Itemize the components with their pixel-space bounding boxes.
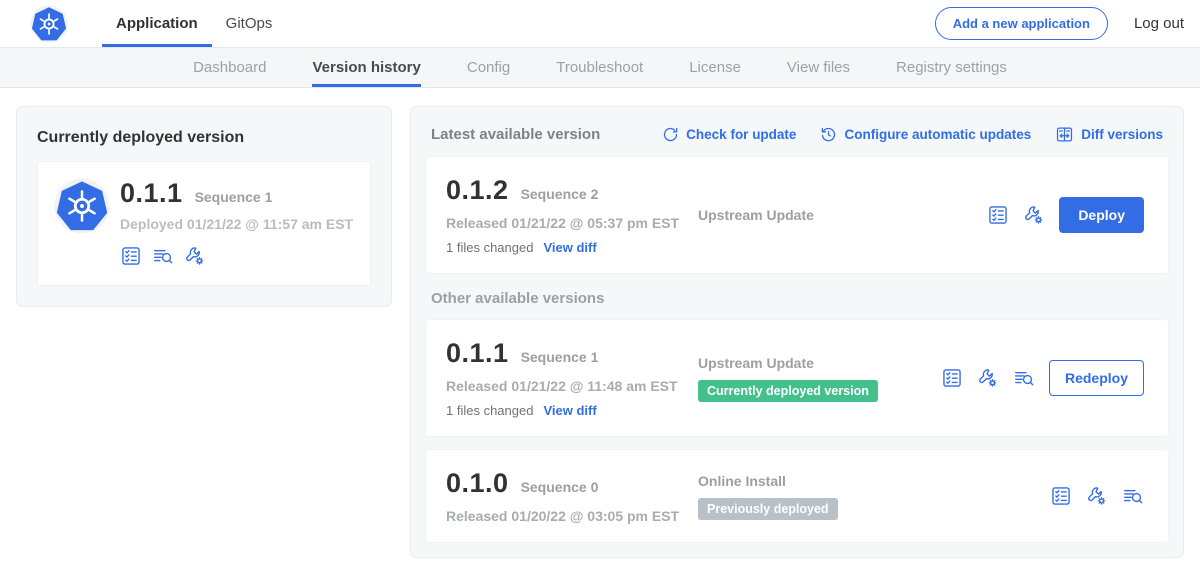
version-number: 0.1.1 [446,338,509,369]
version-number: 0.1.0 [446,468,509,499]
version-card-actions [1050,485,1148,507]
version-number: 0.1.2 [446,175,509,206]
view-diff-link[interactable]: View diff [543,240,596,255]
app-subnav: Dashboard Version history Config Trouble… [0,47,1200,88]
version-source: Online Install Previously deployed [698,473,1050,520]
source-label: Upstream Update [698,207,814,223]
sequence-label: Sequence 2 [521,186,599,202]
view-logs-icon[interactable] [152,245,174,267]
deployed-version-number: 0.1.1 [120,178,183,209]
edit-config-icon[interactable] [1023,204,1045,226]
preflight-checklist-icon[interactable] [1050,485,1072,507]
diff-versions-label: Diff versions [1081,127,1163,142]
released-timestamp: Released 01/21/22 @ 11:48 am EST [446,378,698,394]
check-for-update-link[interactable]: Check for update [662,126,796,143]
version-history-panel: Latest available version Check for updat… [410,106,1184,558]
version-source: Upstream Update [698,207,987,223]
version-card-actions: Deploy [987,197,1148,233]
tab-config[interactable]: Config [467,48,510,87]
logout-button[interactable]: Log out [1134,15,1184,32]
versions-panel-header: Latest available version Check for updat… [425,117,1169,156]
preflight-checklist-icon[interactable] [941,367,963,389]
add-new-application-button[interactable]: Add a new application [935,7,1108,40]
redeploy-button[interactable]: Redeploy [1049,360,1144,396]
latest-version-title: Latest available version [431,126,600,143]
configure-updates-label: Configure automatic updates [844,127,1031,142]
top-header: Application GitOps Add a new application… [0,0,1200,47]
app-kubernetes-icon [54,178,110,234]
released-timestamp: Released 01/20/22 @ 03:05 pm EST [446,508,698,524]
version-info: 0.1.0 Sequence 0 Released 01/20/22 @ 03:… [446,468,698,524]
tab-view-files[interactable]: View files [787,48,850,87]
source-label: Upstream Update [698,355,814,371]
version-source: Upstream Update Currently deployed versi… [698,355,941,402]
edit-config-icon[interactable] [1086,485,1108,507]
view-logs-icon[interactable] [1013,367,1035,389]
tab-registry-settings[interactable]: Registry settings [896,48,1007,87]
other-versions-title: Other available versions [425,274,1169,319]
header-right: Add a new application Log out [935,7,1184,40]
version-actions: Check for update Configure automatic upd… [662,125,1163,144]
currently-deployed-panel: Currently deployed version 0.1.1 Sequenc… [16,106,392,307]
previously-deployed-badge: Previously deployed [698,498,838,520]
tab-dashboard[interactable]: Dashboard [193,48,266,87]
edit-config-icon[interactable] [184,245,206,267]
view-diff-link[interactable]: View diff [543,403,596,418]
sequence-label: Sequence 1 [521,349,599,365]
edit-config-icon[interactable] [977,367,999,389]
currently-deployed-badge: Currently deployed version [698,380,878,402]
app-type-tabs: Application GitOps [102,0,286,47]
tab-gitops[interactable]: GitOps [212,0,287,47]
configure-automatic-updates-link[interactable]: Configure automatic updates [820,126,1031,143]
version-card-0-1-1: 0.1.1 Sequence 1 Released 01/21/22 @ 11:… [425,319,1169,437]
diff-versions-link[interactable]: Diff versions [1055,125,1163,144]
deployed-sequence-label: Sequence 1 [195,189,273,205]
version-card-actions: Redeploy [941,360,1148,396]
main-content: Currently deployed version 0.1.1 Sequenc… [0,88,1200,558]
version-info: 0.1.1 Sequence 1 Released 01/21/22 @ 11:… [446,338,698,418]
check-for-update-label: Check for update [686,127,796,142]
version-info: 0.1.2 Sequence 2 Released 01/21/22 @ 05:… [446,175,698,255]
deploy-button[interactable]: Deploy [1059,197,1144,233]
preflight-checklist-icon[interactable] [987,204,1009,226]
preflight-checklist-icon[interactable] [120,245,142,267]
tab-version-history[interactable]: Version history [312,48,420,87]
deployed-panel-title: Currently deployed version [37,129,371,147]
kubernetes-logo-icon [30,5,68,43]
tab-license[interactable]: License [689,48,741,87]
deployed-version-card: 0.1.1 Sequence 1 Deployed 01/21/22 @ 11:… [37,161,371,286]
version-card-0-1-2: 0.1.2 Sequence 2 Released 01/21/22 @ 05:… [425,156,1169,274]
sequence-label: Sequence 0 [521,479,599,495]
clock-history-icon [820,126,837,143]
deployed-actions [120,245,353,267]
released-timestamp: Released 01/21/22 @ 05:37 pm EST [446,215,698,231]
files-changed-label: 1 files changed [446,240,533,255]
source-label: Online Install [698,473,786,489]
version-card-0-1-0: 0.1.0 Sequence 0 Released 01/20/22 @ 03:… [425,449,1169,543]
diff-icon [1055,125,1074,144]
refresh-icon [662,126,679,143]
files-changed-label: 1 files changed [446,403,533,418]
tab-troubleshoot[interactable]: Troubleshoot [556,48,643,87]
view-logs-icon[interactable] [1122,485,1144,507]
tab-application[interactable]: Application [102,0,212,47]
deployed-version-info: 0.1.1 Sequence 1 Deployed 01/21/22 @ 11:… [120,178,353,267]
deployed-timestamp: Deployed 01/21/22 @ 11:57 am EST [120,216,353,232]
